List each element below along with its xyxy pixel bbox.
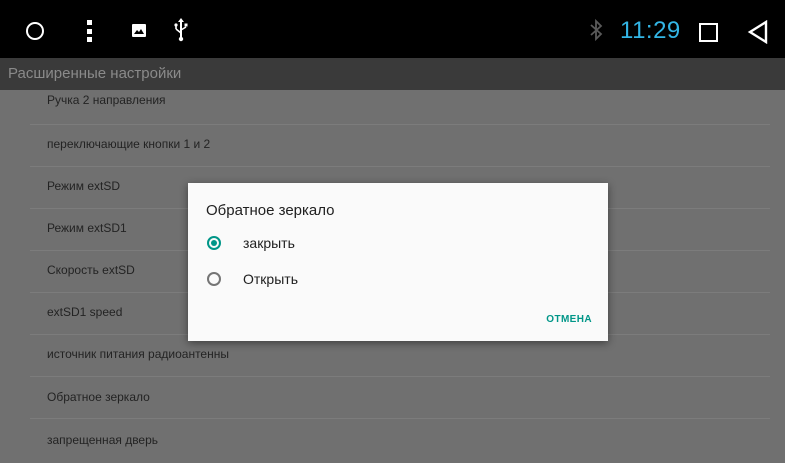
list-item[interactable]: источник питания радиоантенны — [30, 335, 770, 377]
option-label: Открыть — [243, 271, 298, 287]
bluetooth-icon — [588, 18, 604, 42]
list-item[interactable]: Обратное зеркало — [30, 377, 770, 419]
page-title: Расширенные настройки — [8, 65, 182, 82]
cancel-button[interactable]: ОТМЕНА — [546, 314, 592, 325]
radio-selected-icon[interactable] — [207, 236, 221, 250]
list-item-label: Режим extSD — [47, 179, 121, 193]
list-item-label: Обратное зеркало — [47, 390, 150, 404]
list-item[interactable]: запрещенная дверь — [30, 419, 770, 461]
back-triangle-icon[interactable] — [747, 19, 769, 45]
menu-kebab-icon[interactable] — [87, 20, 93, 42]
status-bar: 11:29 — [0, 0, 785, 58]
option-label: закрыть — [243, 235, 295, 251]
dialog-title: Обратное зеркало — [206, 202, 335, 219]
list-item-label: источник питания радиоантенны — [47, 347, 229, 361]
list-item[interactable]: Ручка 2 направления — [30, 83, 770, 125]
option-close[interactable]: закрыть — [204, 232, 504, 256]
list-item-label: extSD1 speed — [47, 305, 123, 319]
clock-time: 11:29 — [620, 17, 681, 44]
photo-icon — [132, 24, 146, 37]
usb-icon — [174, 18, 188, 42]
list-item-label: запрещенная дверь — [47, 433, 159, 447]
list-item-label: Ручка 2 направления — [47, 93, 166, 107]
option-open[interactable]: Открыть — [204, 268, 504, 292]
radio-unselected-icon[interactable] — [207, 272, 221, 286]
list-item-label: переключающие кнопки 1 и 2 — [47, 137, 211, 151]
list-item-label: Режим extSD1 — [47, 221, 127, 235]
home-circle-icon[interactable] — [26, 22, 44, 40]
reverse-mirror-dialog: Обратное зеркало закрыть Открыть ОТМЕНА — [188, 183, 608, 341]
list-item[interactable]: переключающие кнопки 1 и 2 — [30, 125, 770, 167]
recents-square-icon[interactable] — [699, 23, 718, 42]
list-item-label: Скорость extSD — [47, 263, 135, 277]
